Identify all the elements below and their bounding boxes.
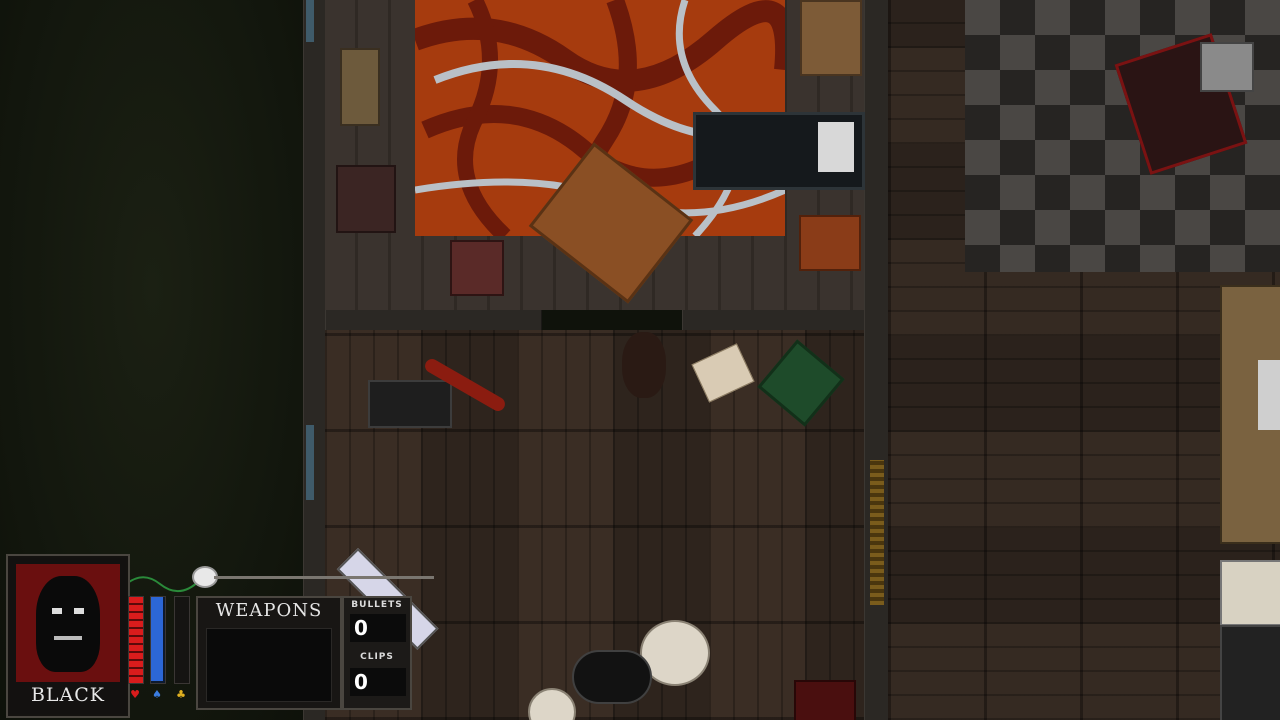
- key-icon: ♣: [176, 688, 186, 701]
- dresser: [800, 0, 862, 76]
- pillow: [818, 122, 854, 172]
- interior-wall: [682, 310, 866, 330]
- sink: [1220, 560, 1280, 626]
- clips-count: 0: [350, 668, 406, 696]
- rage-bar: [174, 596, 190, 684]
- window: [306, 0, 314, 42]
- hud-rail: [214, 576, 434, 579]
- side-table: [799, 215, 861, 271]
- character-portrait: BLACK: [6, 554, 130, 718]
- crate: [1200, 42, 1254, 92]
- door[interactable]: [870, 460, 884, 605]
- weapon-slot[interactable]: [206, 628, 332, 702]
- rage-icon: ♠: [152, 688, 162, 701]
- bullets-count: 0: [350, 614, 406, 642]
- eye-icon: [52, 608, 62, 614]
- weapons-title: WEAPONS: [215, 600, 323, 621]
- interior-wall: [325, 310, 542, 330]
- portrait-background: [16, 564, 120, 682]
- heart-icon: ♥: [130, 688, 140, 701]
- eye-icon: [74, 608, 84, 614]
- fridge: [1220, 625, 1280, 720]
- bullets-label: BULLETS: [351, 600, 403, 610]
- chair: [336, 165, 396, 233]
- stool: [450, 240, 504, 296]
- amplifier: [368, 380, 452, 428]
- interior-wall: [864, 0, 890, 720]
- character-name: BLACK: [30, 684, 106, 706]
- energy-bar: [151, 597, 163, 681]
- nightstand: [340, 48, 380, 126]
- ammo-panel: BULLETS 0 CLIPS 0: [342, 596, 412, 710]
- weapons-panel: WEAPONS: [196, 596, 342, 710]
- appliance: [1258, 360, 1280, 430]
- health-bar: [128, 596, 144, 684]
- hud: BLACK ♥ ♠ ♣ WEAPONS BULLETS 0 CLIPS 0: [0, 550, 440, 720]
- player-character[interactable]: [622, 332, 666, 398]
- mouth-icon: [54, 636, 82, 640]
- drum-kit: [572, 650, 652, 704]
- window: [306, 425, 314, 500]
- avatar: [36, 576, 100, 672]
- red-box: [794, 680, 856, 720]
- clips-label: CLIPS: [360, 652, 394, 662]
